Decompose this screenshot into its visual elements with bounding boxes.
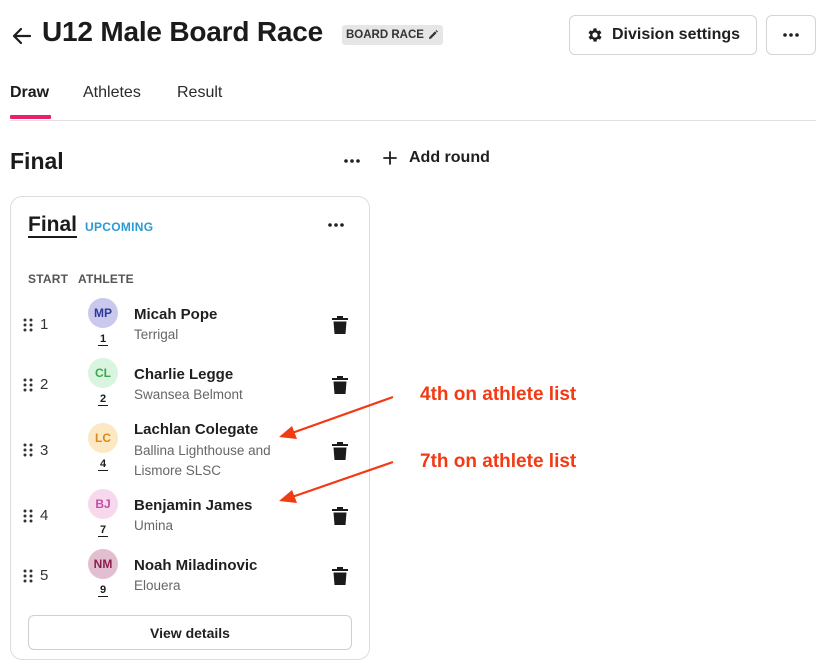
bib-number: 2 [98, 393, 108, 406]
event-type-label: BOARD RACE [346, 29, 424, 41]
tab-result[interactable]: Result [177, 84, 222, 102]
drag-handle-icon[interactable] [23, 569, 33, 583]
trash-icon[interactable] [331, 315, 349, 335]
athlete-row[interactable]: 5 NM 9 Noah Miladinovic Elouera [11, 547, 367, 603]
start-position: 5 [40, 567, 49, 584]
division-settings-button[interactable]: Division settings [569, 15, 757, 55]
athlete-name: Charlie Legge [134, 366, 234, 383]
avatar: MP [88, 298, 118, 328]
add-round-label: Add round [409, 149, 490, 166]
athlete-row[interactable]: 1 MP 1 Micah Pope Terrigal [11, 297, 367, 353]
active-tab-indicator [10, 115, 51, 119]
drag-handle-icon[interactable] [23, 509, 33, 523]
column-header-start: START [28, 272, 69, 286]
athlete-name: Lachlan Colegate [134, 421, 259, 438]
athlete-club: Swansea Belmont [134, 387, 243, 402]
heat-name[interactable]: Final [28, 214, 78, 238]
more-horizontal-icon [783, 33, 799, 37]
heat-more-button[interactable] [321, 212, 351, 238]
bib-number: 9 [98, 584, 108, 597]
page-title: U12 Male Board Race [42, 16, 323, 47]
more-horizontal-icon [328, 223, 344, 227]
athlete-row[interactable]: 4 BJ 7 Benjamin James Umina [11, 487, 367, 543]
athlete-club: Umina [134, 518, 174, 533]
tab-draw[interactable]: Draw [10, 84, 49, 102]
start-position: 4 [40, 507, 49, 524]
more-horizontal-icon [344, 159, 360, 163]
athlete-club: Elouera [134, 578, 181, 593]
event-type-badge[interactable]: BOARD RACE [342, 25, 443, 45]
athlete-row[interactable]: 3 LC 4 Lachlan Colegate Ballina Lighthou… [11, 417, 367, 483]
more-options-button[interactable] [766, 15, 816, 55]
bib-number: 1 [98, 333, 108, 346]
gear-icon [588, 28, 602, 42]
trash-icon[interactable] [331, 375, 349, 395]
start-position: 3 [40, 442, 49, 459]
drag-handle-icon[interactable] [23, 318, 33, 332]
drag-handle-icon[interactable] [23, 443, 33, 457]
annotation-text: 7th on athlete list [420, 451, 577, 472]
athlete-row[interactable]: 2 CL 2 Charlie Legge Swansea Belmont [11, 357, 367, 413]
trash-icon[interactable] [331, 566, 349, 586]
trash-icon[interactable] [331, 506, 349, 526]
round-title: Final [10, 148, 64, 174]
start-position: 2 [40, 376, 49, 393]
tab-athletes[interactable]: Athletes [83, 84, 141, 102]
heat-card: Final UPCOMING START ATHLETE 1 MP 1 Mica… [10, 196, 370, 660]
athlete-club: Terrigal [134, 327, 179, 342]
status-badge: UPCOMING [85, 220, 154, 234]
back-arrow-icon[interactable] [10, 24, 34, 48]
pencil-icon [428, 30, 438, 39]
athlete-name: Micah Pope [134, 306, 218, 323]
tab-bar: Draw Athletes Result [10, 84, 816, 121]
drag-handle-icon[interactable] [23, 378, 33, 392]
column-header-athlete: ATHLETE [78, 272, 134, 286]
athlete-name: Benjamin James [134, 497, 253, 514]
avatar: LC [88, 423, 118, 453]
plus-icon [383, 151, 397, 165]
bib-number: 7 [98, 524, 108, 537]
trash-icon[interactable] [331, 441, 349, 461]
division-settings-label: Division settings [611, 26, 741, 43]
start-position: 1 [40, 316, 49, 333]
avatar: NM [88, 549, 118, 579]
round-more-button[interactable] [337, 146, 367, 176]
annotation-text: 4th on athlete list [420, 384, 577, 405]
bib-number: 4 [98, 458, 108, 471]
athlete-name: Noah Miladinovic [134, 557, 258, 574]
add-round-button[interactable]: Add round [383, 146, 490, 170]
avatar: BJ [88, 489, 118, 519]
athlete-club: Ballina Lighthouse and Lismore SLSC [134, 443, 271, 478]
avatar: CL [88, 358, 118, 388]
view-details-button[interactable]: View details [28, 615, 352, 650]
